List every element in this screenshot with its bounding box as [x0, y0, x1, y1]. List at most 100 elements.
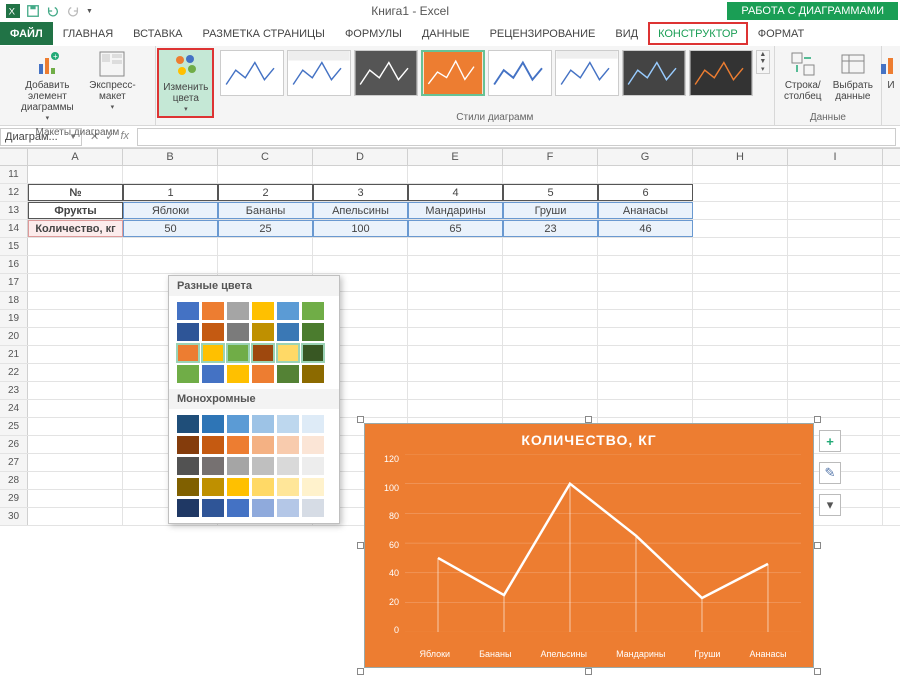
cell[interactable] [313, 238, 408, 255]
color-swatch[interactable] [227, 344, 249, 362]
col-header[interactable]: I [788, 149, 883, 165]
color-swatch[interactable] [252, 302, 274, 320]
cell[interactable] [28, 508, 123, 525]
cell[interactable] [28, 328, 123, 345]
cell[interactable] [693, 364, 788, 381]
cell[interactable] [788, 310, 883, 327]
row-header[interactable]: 15 [0, 238, 28, 255]
color-swatch[interactable] [202, 499, 224, 517]
color-swatch[interactable] [227, 415, 249, 433]
color-swatch[interactable] [302, 457, 324, 475]
row-header[interactable]: 16 [0, 256, 28, 273]
color-swatch[interactable] [277, 436, 299, 454]
color-swatch[interactable] [227, 457, 249, 475]
color-swatch[interactable] [227, 436, 249, 454]
row-header[interactable]: 29 [0, 490, 28, 507]
color-swatch[interactable] [202, 365, 224, 383]
chart-styles-gallery[interactable]: ▲▼▾ [220, 48, 770, 110]
cell[interactable] [598, 166, 693, 183]
cell[interactable] [503, 400, 598, 417]
tab-formulas[interactable]: ФОРМУЛЫ [335, 22, 412, 45]
quick-layout-button[interactable]: Экспресс-макет▾ [83, 48, 141, 114]
color-swatch[interactable] [202, 478, 224, 496]
chart-style-1[interactable] [220, 50, 284, 96]
color-swatch[interactable] [177, 436, 199, 454]
cell[interactable] [598, 346, 693, 363]
color-swatch[interactable] [277, 415, 299, 433]
cell[interactable] [503, 310, 598, 327]
cell[interactable]: Яблоки [123, 202, 218, 219]
color-swatch[interactable] [177, 365, 199, 383]
cell[interactable] [598, 400, 693, 417]
tab-review[interactable]: РЕЦЕНЗИРОВАНИЕ [480, 22, 606, 45]
cell[interactable] [28, 166, 123, 183]
tab-view[interactable]: ВИД [605, 22, 648, 45]
redo-icon[interactable] [66, 4, 80, 18]
cell[interactable]: 100 [313, 220, 408, 237]
add-chart-element-button[interactable]: + Добавить элемент диаграммы▾ [13, 48, 81, 125]
cell[interactable]: 2 [218, 184, 313, 201]
color-swatch[interactable] [277, 323, 299, 341]
switch-rowcol-button[interactable]: Строка/столбец [779, 48, 827, 104]
color-swatch[interactable] [202, 323, 224, 341]
cell[interactable]: Мандарины [408, 202, 503, 219]
row-header[interactable]: 18 [0, 292, 28, 309]
cell[interactable] [788, 400, 883, 417]
chart-style-6[interactable] [555, 50, 619, 96]
cell[interactable] [598, 382, 693, 399]
cell[interactable] [788, 382, 883, 399]
chart-elements-button[interactable]: + [819, 430, 841, 452]
row-header[interactable]: 27 [0, 454, 28, 471]
cell[interactable] [123, 256, 218, 273]
row-header[interactable]: 19 [0, 310, 28, 327]
cell[interactable] [693, 166, 788, 183]
cell[interactable]: 25 [218, 220, 313, 237]
color-swatch[interactable] [302, 302, 324, 320]
cell[interactable] [598, 292, 693, 309]
cell[interactable] [123, 166, 218, 183]
cell[interactable] [503, 256, 598, 273]
color-swatch[interactable] [302, 323, 324, 341]
color-swatch[interactable] [277, 365, 299, 383]
color-swatch[interactable] [227, 323, 249, 341]
cell[interactable] [28, 310, 123, 327]
cell[interactable]: 46 [598, 220, 693, 237]
col-header[interactable]: B [123, 149, 218, 165]
tab-insert[interactable]: ВСТАВКА [123, 22, 192, 45]
color-swatch[interactable] [252, 344, 274, 362]
cell[interactable]: 65 [408, 220, 503, 237]
cell[interactable] [408, 256, 503, 273]
chart-styles-button[interactable]: ✎ [819, 462, 841, 484]
cell[interactable] [788, 328, 883, 345]
cell[interactable]: Груши [503, 202, 598, 219]
chart-style-5[interactable] [488, 50, 552, 96]
cell[interactable] [218, 256, 313, 273]
cell[interactable] [788, 238, 883, 255]
cell[interactable] [408, 328, 503, 345]
cell[interactable] [408, 400, 503, 417]
cell[interactable] [408, 292, 503, 309]
chart-style-3[interactable] [354, 50, 418, 96]
row-header[interactable]: 22 [0, 364, 28, 381]
chart-title[interactable]: КОЛИЧЕСТВО, КГ [365, 424, 813, 448]
color-swatch[interactable] [177, 344, 199, 362]
cell[interactable] [693, 400, 788, 417]
cell[interactable] [788, 184, 883, 201]
col-header[interactable]: D [313, 149, 408, 165]
row-header[interactable]: 11 [0, 166, 28, 183]
tab-pagelayout[interactable]: РАЗМЕТКА СТРАНИЦЫ [192, 22, 334, 45]
cell[interactable] [693, 274, 788, 291]
color-swatch[interactable] [202, 415, 224, 433]
cell[interactable]: 50 [123, 220, 218, 237]
cell[interactable] [598, 328, 693, 345]
cell[interactable] [788, 166, 883, 183]
col-header[interactable]: E [408, 149, 503, 165]
tab-file[interactable]: ФАЙЛ [0, 22, 53, 45]
cell[interactable] [503, 166, 598, 183]
row-header[interactable]: 24 [0, 400, 28, 417]
color-swatch[interactable] [302, 344, 324, 362]
cell[interactable] [503, 238, 598, 255]
color-swatch[interactable] [302, 499, 324, 517]
cell[interactable] [313, 166, 408, 183]
embedded-chart[interactable]: КОЛИЧЕСТВО, КГ 120100806040200 ЯблокиБан… [364, 423, 814, 668]
